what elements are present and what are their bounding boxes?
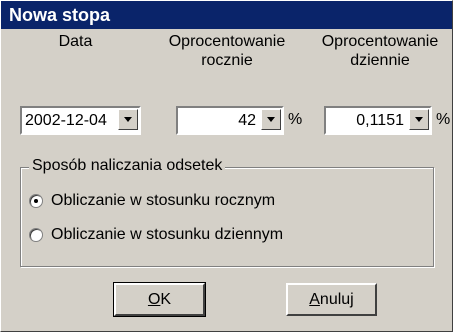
radio-annual-button[interactable] [29, 194, 43, 208]
ok-button-mnemonic: O [147, 291, 161, 308]
cancel-button[interactable]: Anuluj [286, 283, 377, 316]
daily-rate-label: Oprocentowanie dziennie [321, 33, 439, 69]
date-value: 2002-12-04 [25, 112, 107, 129]
annual-rate-unit: % [288, 111, 303, 128]
cancel-button-label-rest: nuluj [319, 291, 354, 308]
date-label: Data [58, 33, 93, 50]
annual-rate-combobox[interactable]: 42 [176, 106, 284, 135]
date-combobox[interactable]: 2002-12-04 [20, 106, 141, 135]
radio-daily-button[interactable] [29, 228, 43, 242]
daily-rate-value: 0,1151 [356, 112, 404, 129]
date-dropdown-arrow-icon[interactable] [118, 109, 138, 130]
cancel-button-mnemonic: A [309, 291, 320, 308]
daily-rate-unit: % [436, 111, 451, 128]
ok-button[interactable]: OK [113, 282, 206, 317]
annual-rate-label: Oprocentowanie rocznie [168, 33, 286, 69]
interest-method-group [20, 167, 434, 267]
annual-rate-dropdown-arrow-icon[interactable] [261, 109, 281, 130]
annual-rate-value: 42 [238, 112, 256, 129]
new-rate-dialog: Nowa stopa Data Oprocentowanie rocznie O… [0, 0, 453, 332]
radio-daily-label: Obliczanie w stosunku dziennym [51, 226, 284, 243]
ok-button-label-rest: K [160, 291, 172, 308]
dialog-title: Nowa stopa [1, 1, 452, 29]
interest-method-group-title: Sposób naliczania odsetek [29, 157, 226, 175]
radio-annual-label: Obliczanie w stosunku rocznym [51, 192, 276, 209]
daily-rate-dropdown-arrow-icon[interactable] [409, 109, 429, 130]
daily-rate-combobox[interactable]: 0,1151 [324, 106, 432, 135]
